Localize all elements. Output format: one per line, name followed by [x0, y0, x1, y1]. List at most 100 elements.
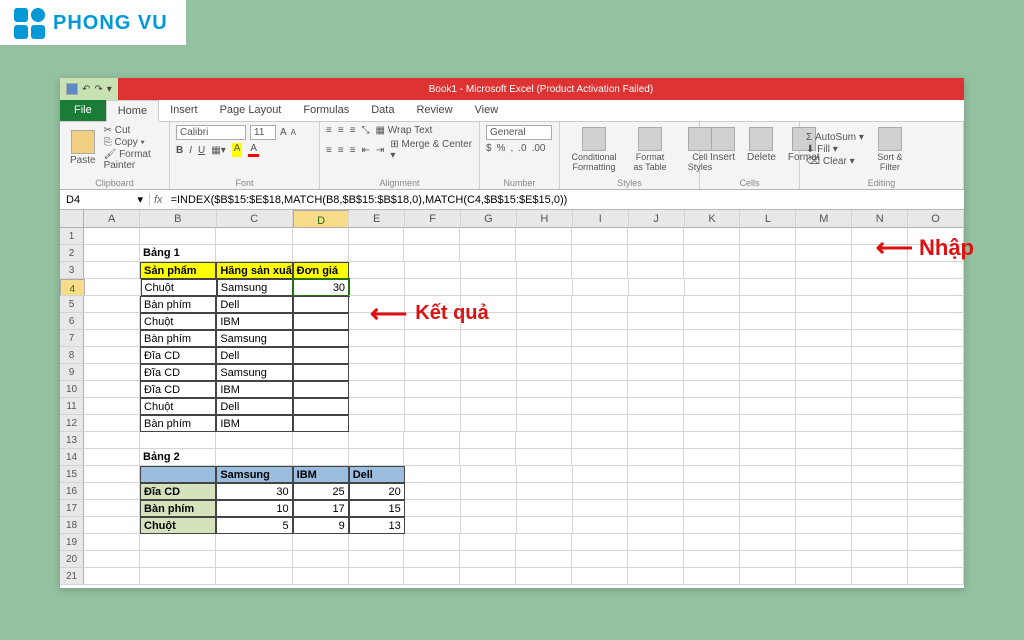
dec-dec-icon[interactable]: .00 [532, 143, 546, 154]
cell[interactable] [852, 500, 908, 517]
row-header[interactable]: 1 [60, 228, 84, 245]
cell[interactable]: Dell [216, 347, 292, 364]
cell[interactable]: Đĩa CD [140, 483, 216, 500]
cell[interactable] [852, 449, 908, 466]
cell[interactable] [628, 415, 684, 432]
cell[interactable] [140, 432, 216, 449]
align-top-icon[interactable]: ≡ [326, 125, 332, 136]
cell[interactable]: Chuột [140, 313, 216, 330]
cell[interactable] [460, 568, 516, 585]
cell[interactable] [796, 347, 852, 364]
row-header[interactable]: 11 [60, 398, 84, 415]
format-table-button[interactable]: Format as Table [626, 125, 674, 174]
cell[interactable] [572, 432, 628, 449]
cell[interactable] [293, 245, 349, 262]
format-painter-button[interactable]: 🖌 Format Painter [104, 149, 163, 171]
cell[interactable] [572, 262, 628, 279]
cell[interactable] [628, 228, 684, 245]
cell[interactable] [404, 432, 460, 449]
cell[interactable]: Samsung [216, 330, 292, 347]
cell[interactable] [405, 279, 461, 296]
cell[interactable] [796, 296, 852, 313]
cell[interactable] [460, 534, 516, 551]
tab-data[interactable]: Data [360, 100, 405, 121]
cell[interactable] [572, 364, 628, 381]
cell[interactable] [628, 466, 684, 483]
cell[interactable] [796, 381, 852, 398]
cell[interactable] [572, 568, 628, 585]
cell[interactable] [796, 449, 852, 466]
cell[interactable] [852, 347, 908, 364]
cell[interactable] [740, 313, 796, 330]
cell[interactable] [461, 279, 517, 296]
cell[interactable] [84, 296, 140, 313]
row-header[interactable]: 18 [60, 517, 84, 534]
indent-dec-icon[interactable]: ⇤ [362, 145, 370, 156]
cell[interactable] [628, 483, 684, 500]
cell[interactable] [796, 262, 852, 279]
cell[interactable] [684, 347, 740, 364]
cell[interactable] [293, 398, 349, 415]
shrink-font-icon[interactable]: A [291, 128, 296, 137]
cell[interactable] [908, 517, 964, 534]
delete-cells-button[interactable]: Delete [743, 125, 780, 165]
cell[interactable] [293, 432, 349, 449]
cell[interactable]: Samsung [217, 279, 293, 296]
col-header[interactable]: A [84, 210, 140, 228]
cell[interactable] [405, 262, 461, 279]
cell[interactable] [516, 432, 572, 449]
cell[interactable] [293, 551, 349, 568]
cell[interactable] [461, 364, 517, 381]
sort-filter-button[interactable]: Sort & Filter [868, 125, 912, 174]
cell[interactable] [460, 449, 516, 466]
cell[interactable] [404, 568, 460, 585]
col-header[interactable]: E [349, 210, 405, 228]
cell[interactable] [684, 483, 740, 500]
cell[interactable] [460, 551, 516, 568]
cell[interactable] [404, 228, 460, 245]
cell[interactable]: IBM [216, 415, 292, 432]
cell[interactable] [405, 381, 461, 398]
cell[interactable] [573, 466, 629, 483]
tab-page-layout[interactable]: Page Layout [209, 100, 293, 121]
cell[interactable]: Bảng 1 [140, 245, 216, 262]
cell[interactable] [84, 568, 140, 585]
cell[interactable] [461, 398, 517, 415]
cell[interactable] [740, 347, 796, 364]
cell[interactable]: Samsung [216, 364, 292, 381]
cell[interactable] [517, 517, 573, 534]
fill-button[interactable]: ⬇ Fill ▾ [806, 144, 864, 155]
col-header[interactable] [60, 210, 84, 228]
cell[interactable] [461, 500, 517, 517]
cell[interactable] [293, 296, 349, 313]
cell[interactable]: 20 [349, 483, 405, 500]
cell[interactable] [84, 432, 140, 449]
cell[interactable] [461, 415, 517, 432]
cell[interactable] [293, 228, 349, 245]
cell[interactable] [573, 517, 629, 534]
cell[interactable] [216, 245, 292, 262]
cell[interactable] [684, 262, 740, 279]
cell[interactable]: Chuột [140, 517, 216, 534]
cell[interactable] [85, 279, 141, 296]
cell[interactable] [405, 398, 461, 415]
cell[interactable] [140, 568, 216, 585]
cell[interactable] [629, 279, 685, 296]
row-header[interactable]: 3 [60, 262, 84, 279]
cell[interactable] [84, 500, 140, 517]
cell[interactable] [140, 228, 216, 245]
cell[interactable] [405, 466, 461, 483]
cell[interactable] [84, 330, 140, 347]
cell[interactable] [461, 347, 517, 364]
cell[interactable] [405, 483, 461, 500]
cell[interactable] [908, 279, 964, 296]
cell[interactable] [572, 245, 628, 262]
cell[interactable] [461, 262, 517, 279]
col-header[interactable]: H [517, 210, 573, 228]
cell[interactable] [349, 228, 405, 245]
cell[interactable]: 15 [349, 500, 405, 517]
row-header[interactable]: 15 [60, 466, 84, 483]
cell[interactable] [740, 245, 796, 262]
merge-button[interactable]: ⊞ Merge & Center ▾ [390, 139, 473, 161]
cell[interactable] [349, 381, 405, 398]
